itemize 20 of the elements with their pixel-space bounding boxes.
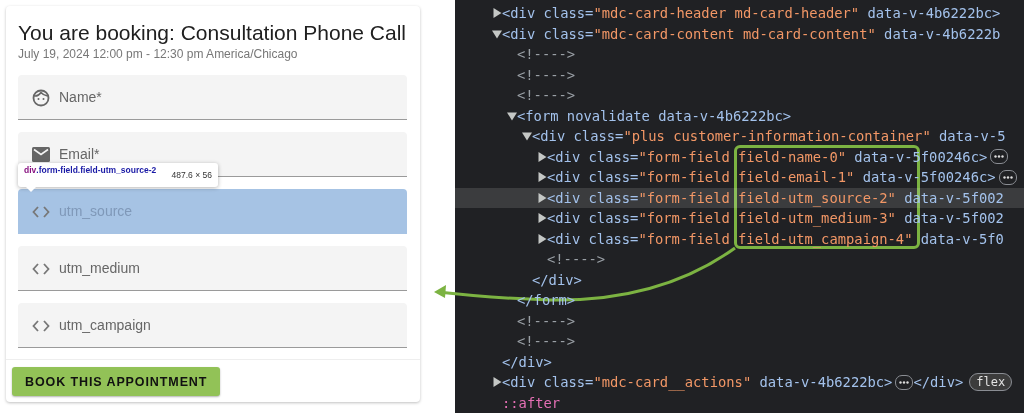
code-line: <!----> — [547, 251, 606, 268]
tooltip-selector: div.form-field.field-utm_source-2 — [24, 166, 158, 176]
closing-tag: </div> — [532, 271, 582, 288]
code-line: <form novalidate data-v-4b6222bc> — [517, 107, 792, 124]
code-line: <!----> — [517, 66, 576, 83]
code-line: <!----> — [517, 87, 576, 104]
closing-tag: </div> — [502, 353, 552, 370]
code-line: <div class="mdc-card__actions" data-v-4b6222bc> — [502, 374, 893, 391]
code-line: <div class="plus customer-information-container" data-v-5 — [532, 128, 1006, 145]
code-line: <div class="mdc-card-content md-card-content" data-v-4b6222b — [502, 25, 1001, 42]
closing-tag: </div> — [913, 374, 964, 391]
code-line: <!----> — [517, 333, 576, 350]
closing-tag: </form> — [517, 292, 576, 309]
booking-title: You are booking: Consultation Phone Call — [18, 20, 407, 46]
code-line: ::after — [502, 394, 561, 411]
code-line: <div class="mdc-card-header md-card-header" data-v-4b6222bc> — [502, 5, 1001, 22]
code-line: <!----> — [517, 312, 576, 329]
code-line: <div class="form-field field-utm_campaign-4" data-v-5f0 — [547, 230, 1004, 247]
booking-time: July 19, 2024 12:00 pm - 12:30 pm America/Chicago — [18, 47, 299, 61]
code-line: <!----> — [517, 46, 576, 63]
